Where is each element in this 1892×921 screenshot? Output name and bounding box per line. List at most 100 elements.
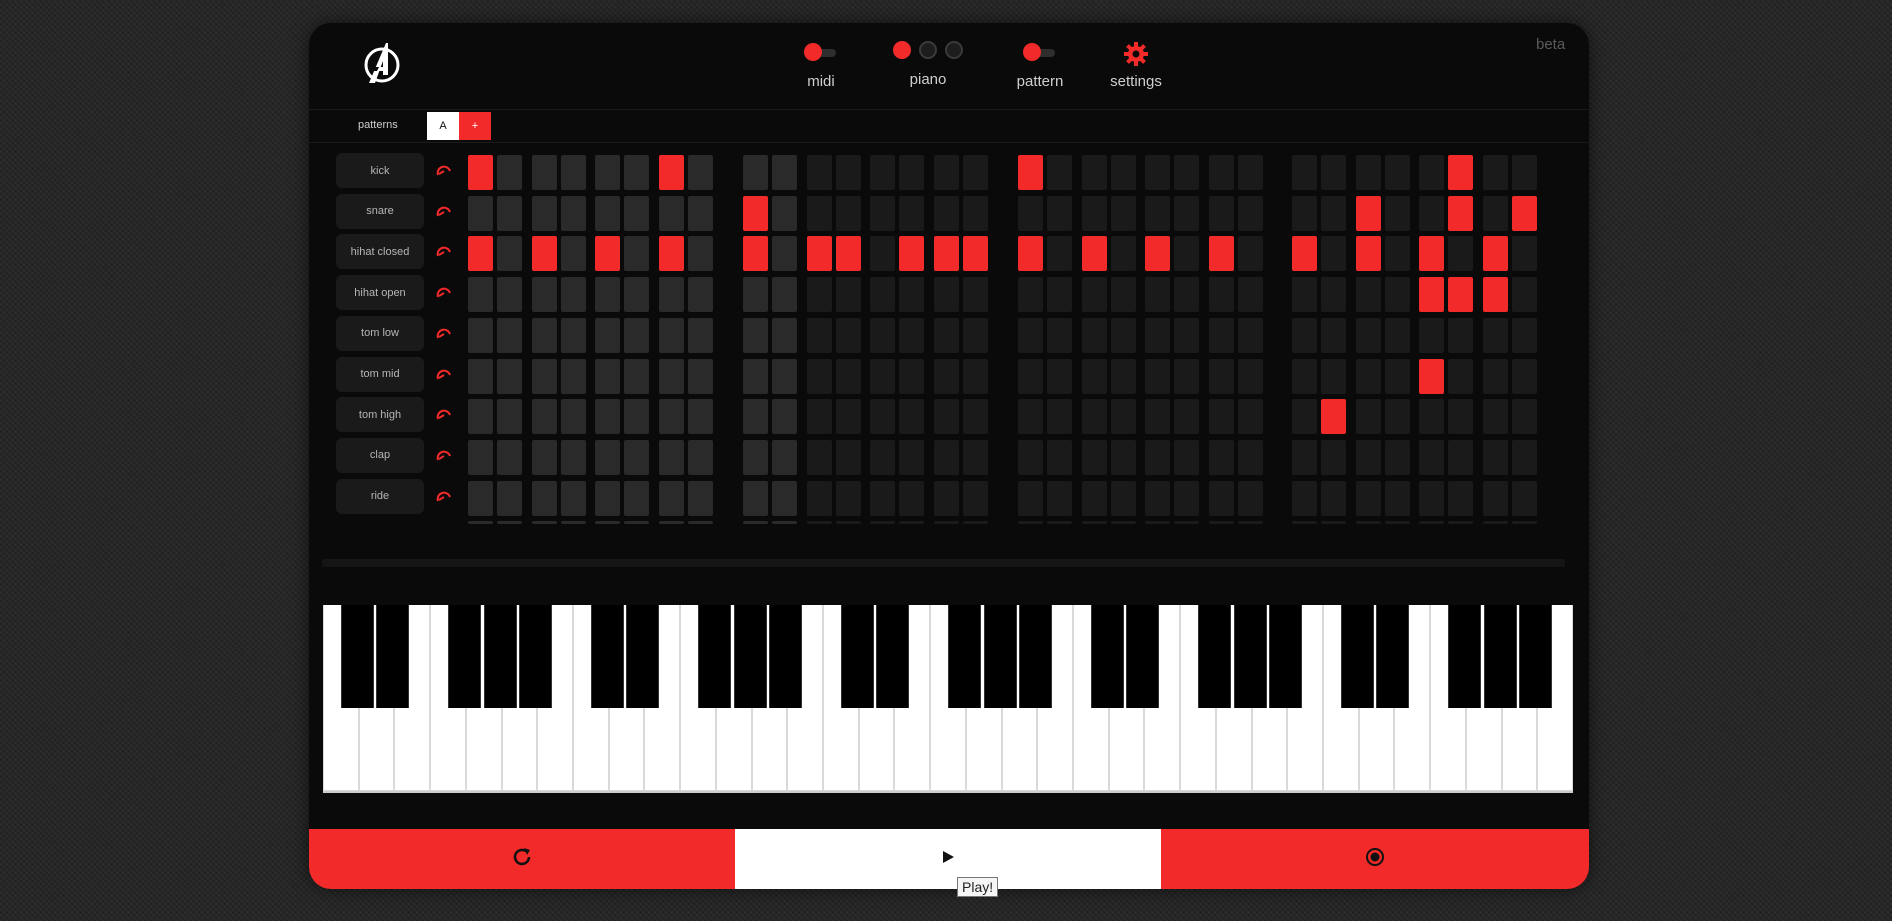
step-cell[interactable] xyxy=(1385,480,1410,516)
step-cell[interactable] xyxy=(1448,195,1473,231)
step-cell[interactable] xyxy=(1047,277,1072,313)
step-cell[interactable] xyxy=(1082,277,1107,313)
step-cell[interactable] xyxy=(1082,521,1107,525)
step-cell[interactable] xyxy=(1082,480,1107,516)
step-cell[interactable] xyxy=(772,195,797,231)
step-cell[interactable] xyxy=(1111,236,1136,272)
step-cell[interactable] xyxy=(595,155,620,190)
step-cell[interactable] xyxy=(1483,317,1508,353)
step-cell[interactable] xyxy=(836,439,861,475)
step-cell[interactable] xyxy=(1047,317,1072,353)
step-cell[interactable] xyxy=(659,155,684,190)
step-cell[interactable] xyxy=(1145,317,1170,353)
step-cell[interactable] xyxy=(963,236,988,272)
step-cell[interactable] xyxy=(772,358,797,394)
step-cell[interactable] xyxy=(899,358,924,394)
track-label-hihat-closed[interactable]: hihat closed xyxy=(336,234,424,270)
step-cell[interactable] xyxy=(1419,439,1444,475)
step-cell[interactable] xyxy=(1292,399,1317,435)
step-cell[interactable] xyxy=(807,236,832,272)
step-cell[interactable] xyxy=(772,480,797,516)
gear-icon[interactable] xyxy=(1123,41,1149,67)
step-cell[interactable] xyxy=(1512,277,1537,313)
step-cell[interactable] xyxy=(1018,480,1043,516)
step-cell[interactable] xyxy=(743,155,768,190)
step-cell[interactable] xyxy=(468,317,493,353)
pattern-toggle[interactable] xyxy=(1023,41,1057,63)
step-cell[interactable] xyxy=(561,480,586,516)
track-label-tom-low[interactable]: tom low xyxy=(336,315,424,351)
piano-black-key[interactable] xyxy=(1019,605,1053,708)
step-cell[interactable] xyxy=(1018,399,1043,435)
step-cell[interactable] xyxy=(1483,358,1508,394)
step-cell[interactable] xyxy=(1292,521,1317,525)
step-cell[interactable] xyxy=(807,480,832,516)
step-cell[interactable] xyxy=(836,155,861,190)
step-cell[interactable] xyxy=(1209,236,1234,272)
step-cell[interactable] xyxy=(1209,358,1234,394)
step-cell[interactable] xyxy=(659,358,684,394)
step-cell[interactable] xyxy=(743,439,768,475)
track-label-tom-mid[interactable]: tom mid xyxy=(336,356,424,392)
step-cell[interactable] xyxy=(1356,399,1381,435)
track-volume-icon[interactable] xyxy=(436,448,452,464)
step-cell[interactable] xyxy=(659,277,684,313)
reset-button[interactable] xyxy=(309,829,735,889)
track-volume-icon[interactable] xyxy=(436,244,452,260)
step-cell[interactable] xyxy=(688,480,713,516)
step-cell[interactable] xyxy=(1292,155,1317,190)
step-cell[interactable] xyxy=(1174,399,1199,435)
step-cell[interactable] xyxy=(1018,195,1043,231)
step-cell[interactable] xyxy=(870,521,895,525)
nav-midi[interactable]: midi xyxy=(791,41,851,90)
step-cell[interactable] xyxy=(1385,317,1410,353)
step-cell[interactable] xyxy=(1356,358,1381,394)
step-cell[interactable] xyxy=(532,155,557,190)
step-cell[interactable] xyxy=(688,155,713,190)
step-cell[interactable] xyxy=(1483,155,1508,190)
step-cell[interactable] xyxy=(497,521,522,525)
step-cell[interactable] xyxy=(934,521,959,525)
step-cell[interactable] xyxy=(1356,277,1381,313)
step-cell[interactable] xyxy=(532,358,557,394)
step-cell[interactable] xyxy=(1483,480,1508,516)
step-cell[interactable] xyxy=(624,480,649,516)
step-cell[interactable] xyxy=(1174,521,1199,525)
step-cell[interactable] xyxy=(1111,155,1136,190)
step-cell[interactable] xyxy=(772,521,797,525)
step-cell[interactable] xyxy=(743,521,768,525)
step-cell[interactable] xyxy=(1145,439,1170,475)
piano-black-key[interactable] xyxy=(1340,605,1374,708)
step-cell[interactable] xyxy=(1145,195,1170,231)
step-cell[interactable] xyxy=(899,277,924,313)
step-cell[interactable] xyxy=(688,358,713,394)
step-cell[interactable] xyxy=(468,399,493,435)
track-label-tom-high[interactable]: tom high xyxy=(336,397,424,433)
step-cell[interactable] xyxy=(595,317,620,353)
step-cell[interactable] xyxy=(1483,439,1508,475)
track-label-clap[interactable]: clap xyxy=(336,437,424,473)
step-cell[interactable] xyxy=(1145,358,1170,394)
midi-toggle[interactable] xyxy=(804,41,838,63)
step-cell[interactable] xyxy=(1238,317,1263,353)
step-cell[interactable] xyxy=(1111,439,1136,475)
step-cell[interactable] xyxy=(1238,480,1263,516)
step-cell[interactable] xyxy=(836,480,861,516)
step-cell[interactable] xyxy=(1047,195,1072,231)
step-cell[interactable] xyxy=(1512,155,1537,190)
step-cell[interactable] xyxy=(963,358,988,394)
step-cell[interactable] xyxy=(561,399,586,435)
step-cell[interactable] xyxy=(1238,439,1263,475)
step-cell[interactable] xyxy=(963,399,988,435)
step-cell[interactable] xyxy=(659,236,684,272)
step-cell[interactable] xyxy=(624,521,649,525)
step-cell[interactable] xyxy=(772,439,797,475)
record-button[interactable] xyxy=(1161,829,1589,889)
step-cell[interactable] xyxy=(497,317,522,353)
step-cell[interactable] xyxy=(497,439,522,475)
piano-black-key[interactable] xyxy=(1126,605,1160,708)
step-cell[interactable] xyxy=(963,277,988,313)
step-cell[interactable] xyxy=(1483,195,1508,231)
step-cell[interactable] xyxy=(1483,236,1508,272)
step-cell[interactable] xyxy=(870,358,895,394)
